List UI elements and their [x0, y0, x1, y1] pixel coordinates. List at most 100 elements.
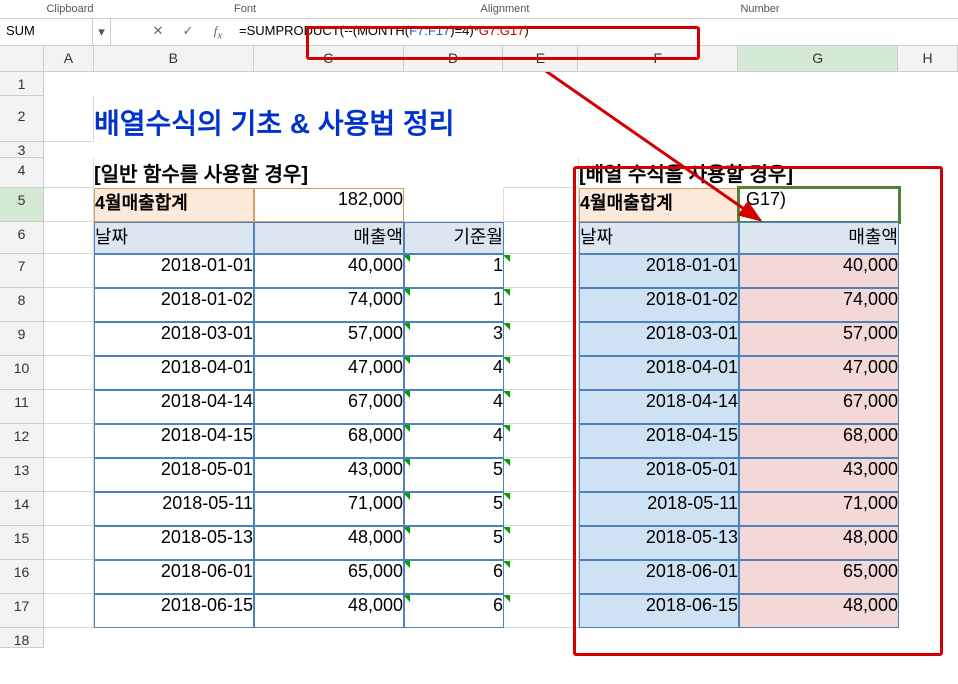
right-amt-cell[interactable]: 71,000 — [739, 492, 899, 526]
right-date-cell[interactable]: 2018-04-01 — [579, 356, 739, 390]
right-date-cell[interactable]: 2018-06-01 — [579, 560, 739, 594]
row-header-18[interactable]: 18 — [0, 628, 44, 648]
left-amt-cell[interactable]: 65,000 — [254, 560, 404, 594]
left-date-cell[interactable]: 2018-04-14 — [94, 390, 254, 424]
row-header-10[interactable]: 10 — [0, 356, 44, 390]
left-month-cell[interactable]: 4 — [404, 356, 504, 390]
right-amt-cell[interactable]: 67,000 — [739, 390, 899, 424]
left-sum-value[interactable]: 182,000 — [254, 188, 404, 222]
left-amt-cell[interactable]: 74,000 — [254, 288, 404, 322]
right-date-cell[interactable]: 2018-01-02 — [579, 288, 739, 322]
left-date-cell[interactable]: 2018-06-01 — [94, 560, 254, 594]
row-header-4[interactable]: 4 — [0, 158, 44, 188]
row-header-2[interactable]: 2 — [0, 96, 44, 142]
right-date-cell[interactable]: 2018-04-14 — [579, 390, 739, 424]
select-all-corner[interactable] — [0, 46, 44, 71]
left-month-cell[interactable]: 4 — [404, 424, 504, 458]
row-header-6[interactable]: 6 — [0, 222, 44, 254]
left-amt-cell[interactable]: 43,000 — [254, 458, 404, 492]
left-sum-label[interactable]: 4월매출합계 — [94, 188, 254, 222]
left-month-cell[interactable]: 1 — [404, 288, 504, 322]
right-date-cell[interactable]: 2018-05-13 — [579, 526, 739, 560]
left-month-cell[interactable]: 6 — [404, 594, 504, 628]
right-date-cell[interactable]: 2018-03-01 — [579, 322, 739, 356]
left-month-cell[interactable]: 4 — [404, 390, 504, 424]
left-month-cell[interactable]: 6 — [404, 560, 504, 594]
name-box-dropdown-icon[interactable]: ▾ — [93, 19, 111, 45]
row-header-17[interactable]: 17 — [0, 594, 44, 628]
right-amt-cell[interactable]: 65,000 — [739, 560, 899, 594]
formula-range-2: G7:G17 — [479, 23, 525, 38]
right-date-cell[interactable]: 2018-06-15 — [579, 594, 739, 628]
row-header-9[interactable]: 9 — [0, 322, 44, 356]
right-date-cell[interactable]: 2018-01-01 — [579, 254, 739, 288]
col-header-H[interactable]: H — [898, 46, 958, 71]
left-date-cell[interactable]: 2018-04-15 — [94, 424, 254, 458]
col-header-D[interactable]: D — [404, 46, 504, 71]
spreadsheet-grid[interactable]: 1 2 배열수식의 기초 & 사용법 정리 3 4 [일반 함수를 사용할 경우… — [0, 72, 958, 648]
right-date-cell[interactable]: 2018-04-15 — [579, 424, 739, 458]
cell-G5-editing[interactable]: G17) — [739, 188, 899, 222]
row-header-11[interactable]: 11 — [0, 390, 44, 424]
left-date-cell[interactable]: 2018-03-01 — [94, 322, 254, 356]
row-header-12[interactable]: 12 — [0, 424, 44, 458]
right-col-date[interactable]: 날짜 — [579, 222, 739, 254]
right-amt-cell[interactable]: 48,000 — [739, 526, 899, 560]
row-header-7[interactable]: 7 — [0, 254, 44, 288]
row-header-14[interactable]: 14 — [0, 492, 44, 526]
right-amt-cell[interactable]: 43,000 — [739, 458, 899, 492]
right-sum-label[interactable]: 4월매출합계 — [579, 188, 739, 222]
right-amt-cell[interactable]: 47,000 — [739, 356, 899, 390]
left-amt-cell[interactable]: 47,000 — [254, 356, 404, 390]
right-date-cell[interactable]: 2018-05-11 — [579, 492, 739, 526]
left-date-cell[interactable]: 2018-01-02 — [94, 288, 254, 322]
left-month-cell[interactable]: 5 — [404, 492, 504, 526]
formula-range-1: F7:F17 — [409, 23, 450, 38]
left-amt-cell[interactable]: 71,000 — [254, 492, 404, 526]
left-month-cell[interactable]: 5 — [404, 458, 504, 492]
left-amt-cell[interactable]: 48,000 — [254, 526, 404, 560]
name-box[interactable]: SUM — [0, 19, 93, 45]
left-col-month[interactable]: 기준월 — [404, 222, 504, 254]
row-header-1[interactable]: 1 — [0, 72, 44, 96]
col-header-E[interactable]: E — [503, 46, 578, 71]
left-month-cell[interactable]: 5 — [404, 526, 504, 560]
left-col-amt[interactable]: 매출액 — [254, 222, 404, 254]
left-amt-cell[interactable]: 67,000 — [254, 390, 404, 424]
left-col-date[interactable]: 날짜 — [94, 222, 254, 254]
left-date-cell[interactable]: 2018-06-15 — [94, 594, 254, 628]
row-header-3[interactable]: 3 — [0, 142, 44, 158]
right-amt-cell[interactable]: 74,000 — [739, 288, 899, 322]
right-amt-cell[interactable]: 40,000 — [739, 254, 899, 288]
row-header-5[interactable]: 5 — [0, 188, 44, 222]
left-month-cell[interactable]: 1 — [404, 254, 504, 288]
row-header-13[interactable]: 13 — [0, 458, 44, 492]
right-amt-cell[interactable]: 68,000 — [739, 424, 899, 458]
right-col-amt[interactable]: 매출액 — [739, 222, 899, 254]
row-header-8[interactable]: 8 — [0, 288, 44, 322]
col-header-C[interactable]: C — [254, 46, 404, 71]
right-amt-cell[interactable]: 57,000 — [739, 322, 899, 356]
row-header-15[interactable]: 15 — [0, 526, 44, 560]
left-date-cell[interactable]: 2018-01-01 — [94, 254, 254, 288]
col-header-G[interactable]: G — [738, 46, 898, 71]
accept-formula-icon[interactable]: ✓ — [173, 19, 203, 45]
insert-function-icon[interactable]: fx — [203, 19, 233, 45]
col-header-A[interactable]: A — [44, 46, 94, 71]
right-date-cell[interactable]: 2018-05-01 — [579, 458, 739, 492]
left-date-cell[interactable]: 2018-04-01 — [94, 356, 254, 390]
left-date-cell[interactable]: 2018-05-01 — [94, 458, 254, 492]
right-amt-cell[interactable]: 48,000 — [739, 594, 899, 628]
row-header-16[interactable]: 16 — [0, 560, 44, 594]
left-date-cell[interactable]: 2018-05-13 — [94, 526, 254, 560]
left-month-cell[interactable]: 3 — [404, 322, 504, 356]
col-header-B[interactable]: B — [94, 46, 254, 71]
left-amt-cell[interactable]: 68,000 — [254, 424, 404, 458]
left-amt-cell[interactable]: 48,000 — [254, 594, 404, 628]
left-date-cell[interactable]: 2018-05-11 — [94, 492, 254, 526]
left-amt-cell[interactable]: 57,000 — [254, 322, 404, 356]
formula-bar[interactable]: =SUMPRODUCT(--(MONTH(F7:F17)=4)*G7:G17) — [233, 19, 958, 45]
left-amt-cell[interactable]: 40,000 — [254, 254, 404, 288]
cancel-formula-icon[interactable]: ✕ — [143, 19, 173, 45]
col-header-F[interactable]: F — [578, 46, 738, 71]
